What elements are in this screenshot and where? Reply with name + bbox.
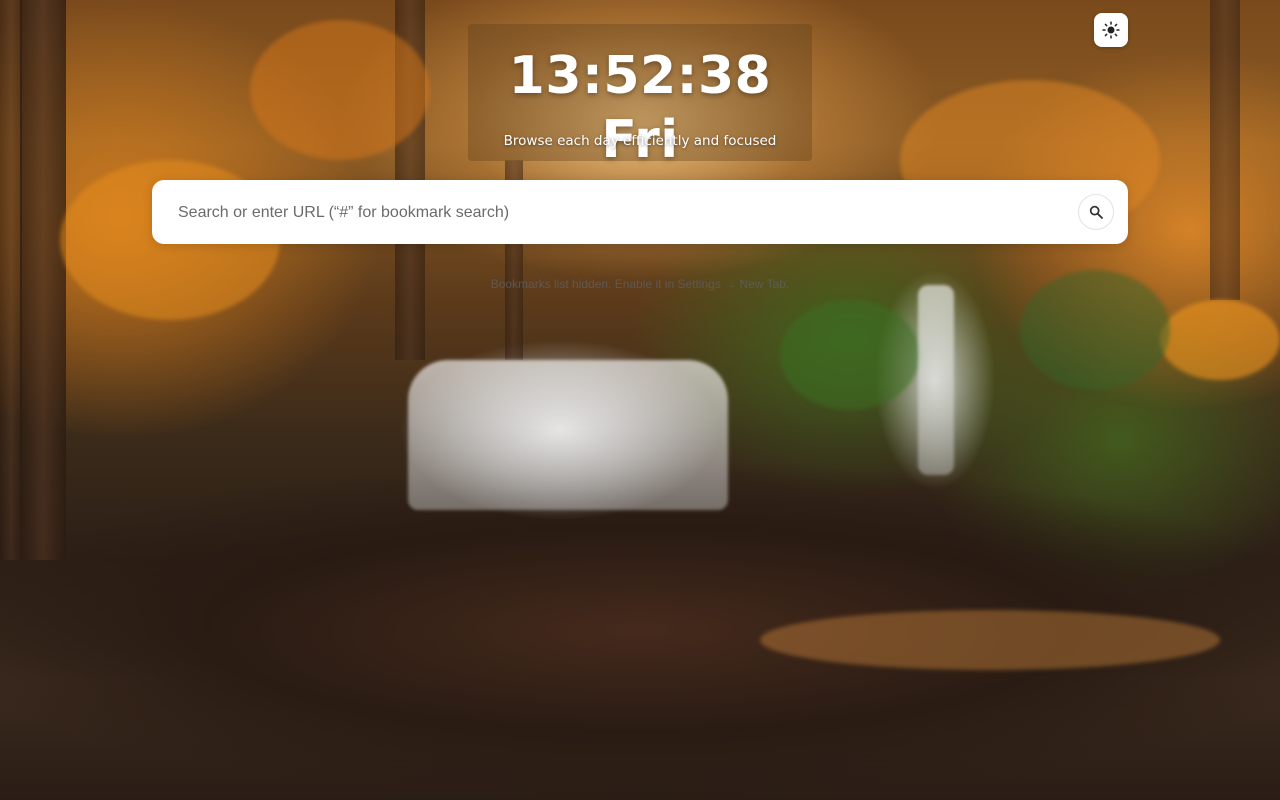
theme-toggle-button[interactable] — [1094, 13, 1128, 47]
new-tab-page: 13:52:38 Fri Browse each day efficiently… — [0, 0, 1280, 800]
clock-time: 13:52:38 Fri — [508, 46, 772, 170]
search-input[interactable] — [176, 196, 1060, 230]
bookmarks-hidden-hint: Bookmarks list hidden. Enable it in Sett… — [490, 277, 790, 291]
search-bar — [152, 180, 1128, 244]
search-icon — [1089, 205, 1103, 219]
clock-subtitle: Browse each day efficiently and focused — [503, 133, 777, 149]
search-button[interactable] — [1078, 194, 1114, 230]
sun-icon — [1102, 21, 1120, 39]
clock-panel: 13:52:38 Fri Browse each day efficiently… — [468, 24, 812, 170]
